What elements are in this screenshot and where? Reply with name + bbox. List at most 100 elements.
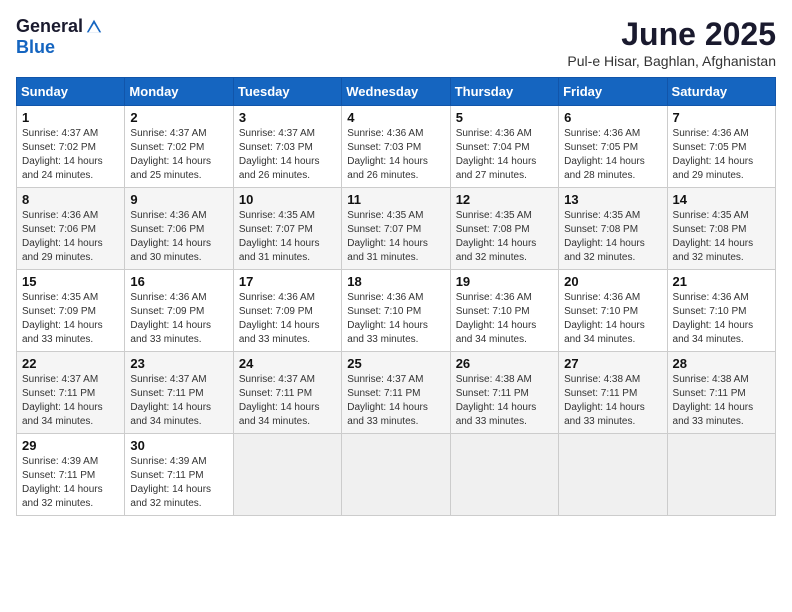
day-number: 12 xyxy=(456,192,553,207)
day-number: 15 xyxy=(22,274,119,289)
day-number: 9 xyxy=(130,192,227,207)
day-detail: Sunrise: 4:37 AMSunset: 7:03 PMDaylight:… xyxy=(239,128,320,181)
day-detail: Sunrise: 4:37 AMSunset: 7:11 PMDaylight:… xyxy=(347,374,428,427)
day-number: 25 xyxy=(347,356,444,371)
calendar-cell: 15 Sunrise: 4:35 AMSunset: 7:09 PMDaylig… xyxy=(17,270,125,352)
weekday-header-wednesday: Wednesday xyxy=(342,78,450,106)
calendar-cell: 12 Sunrise: 4:35 AMSunset: 7:08 PMDaylig… xyxy=(450,188,558,270)
calendar-cell: 16 Sunrise: 4:36 AMSunset: 7:09 PMDaylig… xyxy=(125,270,233,352)
day-number: 27 xyxy=(564,356,661,371)
day-detail: Sunrise: 4:39 AMSunset: 7:11 PMDaylight:… xyxy=(22,456,103,509)
day-number: 26 xyxy=(456,356,553,371)
day-number: 20 xyxy=(564,274,661,289)
calendar-cell: 25 Sunrise: 4:37 AMSunset: 7:11 PMDaylig… xyxy=(342,352,450,434)
header: General Blue June 2025 Pul-e Hisar, Bagh… xyxy=(16,16,776,69)
day-number: 29 xyxy=(22,438,119,453)
calendar-cell: 8 Sunrise: 4:36 AMSunset: 7:06 PMDayligh… xyxy=(17,188,125,270)
day-detail: Sunrise: 4:36 AMSunset: 7:10 PMDaylight:… xyxy=(347,292,428,345)
day-number: 10 xyxy=(239,192,336,207)
weekday-header-thursday: Thursday xyxy=(450,78,558,106)
calendar-cell: 27 Sunrise: 4:38 AMSunset: 7:11 PMDaylig… xyxy=(559,352,667,434)
day-detail: Sunrise: 4:36 AMSunset: 7:03 PMDaylight:… xyxy=(347,128,428,181)
calendar-cell: 26 Sunrise: 4:38 AMSunset: 7:11 PMDaylig… xyxy=(450,352,558,434)
calendar-cell: 17 Sunrise: 4:36 AMSunset: 7:09 PMDaylig… xyxy=(233,270,341,352)
day-number: 6 xyxy=(564,110,661,125)
day-detail: Sunrise: 4:35 AMSunset: 7:08 PMDaylight:… xyxy=(456,210,537,263)
day-number: 16 xyxy=(130,274,227,289)
day-detail: Sunrise: 4:36 AMSunset: 7:06 PMDaylight:… xyxy=(22,210,103,263)
day-number: 1 xyxy=(22,110,119,125)
calendar-week-row: 15 Sunrise: 4:35 AMSunset: 7:09 PMDaylig… xyxy=(17,270,776,352)
logo: General Blue xyxy=(16,16,103,58)
weekday-header-friday: Friday xyxy=(559,78,667,106)
calendar-cell: 28 Sunrise: 4:38 AMSunset: 7:11 PMDaylig… xyxy=(667,352,775,434)
day-detail: Sunrise: 4:37 AMSunset: 7:02 PMDaylight:… xyxy=(130,128,211,181)
day-detail: Sunrise: 4:36 AMSunset: 7:09 PMDaylight:… xyxy=(130,292,211,345)
calendar-cell: 13 Sunrise: 4:35 AMSunset: 7:08 PMDaylig… xyxy=(559,188,667,270)
calendar-cell: 20 Sunrise: 4:36 AMSunset: 7:10 PMDaylig… xyxy=(559,270,667,352)
calendar-cell xyxy=(450,434,558,516)
day-detail: Sunrise: 4:36 AMSunset: 7:10 PMDaylight:… xyxy=(456,292,537,345)
calendar-cell: 14 Sunrise: 4:35 AMSunset: 7:08 PMDaylig… xyxy=(667,188,775,270)
day-detail: Sunrise: 4:36 AMSunset: 7:06 PMDaylight:… xyxy=(130,210,211,263)
weekday-header-sunday: Sunday xyxy=(17,78,125,106)
day-detail: Sunrise: 4:36 AMSunset: 7:04 PMDaylight:… xyxy=(456,128,537,181)
day-number: 28 xyxy=(673,356,770,371)
calendar-cell: 4 Sunrise: 4:36 AMSunset: 7:03 PMDayligh… xyxy=(342,106,450,188)
logo-icon xyxy=(85,18,103,36)
calendar: SundayMondayTuesdayWednesdayThursdayFrid… xyxy=(16,77,776,516)
day-number: 11 xyxy=(347,192,444,207)
calendar-cell: 3 Sunrise: 4:37 AMSunset: 7:03 PMDayligh… xyxy=(233,106,341,188)
day-number: 8 xyxy=(22,192,119,207)
day-detail: Sunrise: 4:38 AMSunset: 7:11 PMDaylight:… xyxy=(564,374,645,427)
day-detail: Sunrise: 4:38 AMSunset: 7:11 PMDaylight:… xyxy=(456,374,537,427)
day-number: 4 xyxy=(347,110,444,125)
day-detail: Sunrise: 4:38 AMSunset: 7:11 PMDaylight:… xyxy=(673,374,754,427)
calendar-cell: 2 Sunrise: 4:37 AMSunset: 7:02 PMDayligh… xyxy=(125,106,233,188)
day-detail: Sunrise: 4:37 AMSunset: 7:11 PMDaylight:… xyxy=(239,374,320,427)
calendar-cell: 7 Sunrise: 4:36 AMSunset: 7:05 PMDayligh… xyxy=(667,106,775,188)
calendar-cell xyxy=(667,434,775,516)
calendar-week-row: 1 Sunrise: 4:37 AMSunset: 7:02 PMDayligh… xyxy=(17,106,776,188)
day-number: 23 xyxy=(130,356,227,371)
calendar-cell: 23 Sunrise: 4:37 AMSunset: 7:11 PMDaylig… xyxy=(125,352,233,434)
day-detail: Sunrise: 4:36 AMSunset: 7:09 PMDaylight:… xyxy=(239,292,320,345)
title-area: June 2025 Pul-e Hisar, Baghlan, Afghanis… xyxy=(567,16,776,69)
calendar-cell xyxy=(342,434,450,516)
day-detail: Sunrise: 4:37 AMSunset: 7:11 PMDaylight:… xyxy=(130,374,211,427)
day-number: 5 xyxy=(456,110,553,125)
calendar-cell: 1 Sunrise: 4:37 AMSunset: 7:02 PMDayligh… xyxy=(17,106,125,188)
day-detail: Sunrise: 4:35 AMSunset: 7:09 PMDaylight:… xyxy=(22,292,103,345)
day-number: 14 xyxy=(673,192,770,207)
day-detail: Sunrise: 4:35 AMSunset: 7:08 PMDaylight:… xyxy=(564,210,645,263)
day-detail: Sunrise: 4:36 AMSunset: 7:10 PMDaylight:… xyxy=(564,292,645,345)
calendar-week-row: 8 Sunrise: 4:36 AMSunset: 7:06 PMDayligh… xyxy=(17,188,776,270)
weekday-header-saturday: Saturday xyxy=(667,78,775,106)
day-detail: Sunrise: 4:36 AMSunset: 7:10 PMDaylight:… xyxy=(673,292,754,345)
calendar-cell: 22 Sunrise: 4:37 AMSunset: 7:11 PMDaylig… xyxy=(17,352,125,434)
day-detail: Sunrise: 4:37 AMSunset: 7:02 PMDaylight:… xyxy=(22,128,103,181)
day-number: 21 xyxy=(673,274,770,289)
calendar-cell: 21 Sunrise: 4:36 AMSunset: 7:10 PMDaylig… xyxy=(667,270,775,352)
calendar-cell: 29 Sunrise: 4:39 AMSunset: 7:11 PMDaylig… xyxy=(17,434,125,516)
day-number: 30 xyxy=(130,438,227,453)
calendar-cell: 18 Sunrise: 4:36 AMSunset: 7:10 PMDaylig… xyxy=(342,270,450,352)
calendar-cell: 19 Sunrise: 4:36 AMSunset: 7:10 PMDaylig… xyxy=(450,270,558,352)
weekday-header-monday: Monday xyxy=(125,78,233,106)
calendar-week-row: 22 Sunrise: 4:37 AMSunset: 7:11 PMDaylig… xyxy=(17,352,776,434)
calendar-cell: 6 Sunrise: 4:36 AMSunset: 7:05 PMDayligh… xyxy=(559,106,667,188)
calendar-cell: 24 Sunrise: 4:37 AMSunset: 7:11 PMDaylig… xyxy=(233,352,341,434)
calendar-cell xyxy=(559,434,667,516)
day-detail: Sunrise: 4:35 AMSunset: 7:07 PMDaylight:… xyxy=(239,210,320,263)
day-number: 17 xyxy=(239,274,336,289)
day-number: 22 xyxy=(22,356,119,371)
calendar-cell: 11 Sunrise: 4:35 AMSunset: 7:07 PMDaylig… xyxy=(342,188,450,270)
logo-general: General xyxy=(16,16,83,37)
calendar-cell: 5 Sunrise: 4:36 AMSunset: 7:04 PMDayligh… xyxy=(450,106,558,188)
day-detail: Sunrise: 4:36 AMSunset: 7:05 PMDaylight:… xyxy=(564,128,645,181)
calendar-cell: 30 Sunrise: 4:39 AMSunset: 7:11 PMDaylig… xyxy=(125,434,233,516)
day-number: 18 xyxy=(347,274,444,289)
day-detail: Sunrise: 4:37 AMSunset: 7:11 PMDaylight:… xyxy=(22,374,103,427)
day-number: 2 xyxy=(130,110,227,125)
day-detail: Sunrise: 4:35 AMSunset: 7:07 PMDaylight:… xyxy=(347,210,428,263)
